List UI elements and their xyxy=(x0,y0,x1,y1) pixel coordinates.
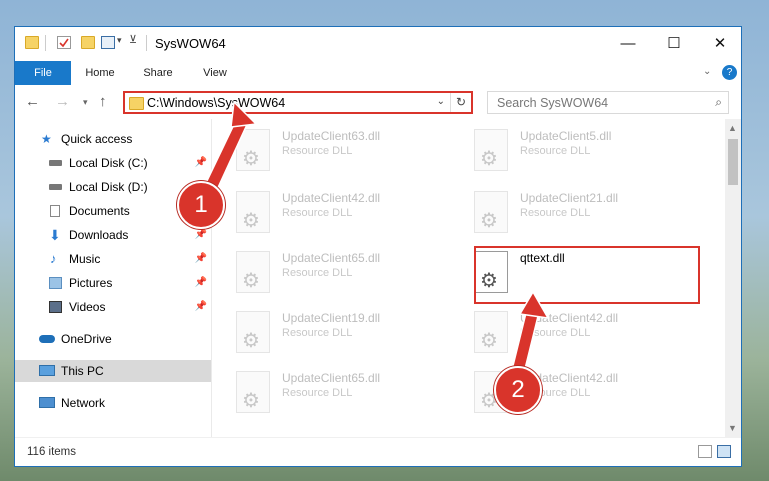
arrow-1-head xyxy=(230,100,258,128)
step-2-callout: 2 xyxy=(494,366,542,414)
step-1-callout: 1 xyxy=(177,181,225,229)
arrow-2-head xyxy=(518,290,550,319)
callout-arrows xyxy=(204,100,550,382)
